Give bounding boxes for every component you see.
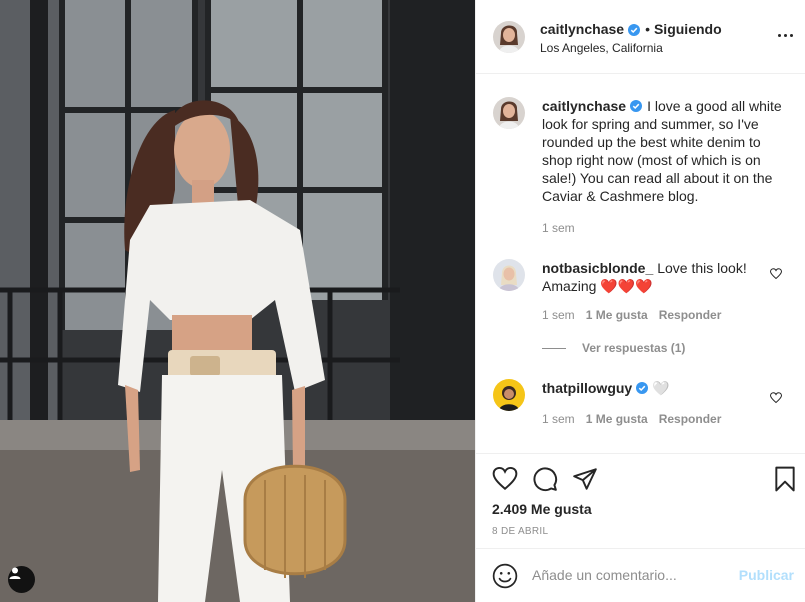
header-username-link[interactable]: caitlynchase <box>540 21 624 37</box>
location-link[interactable]: Los Angeles, California <box>540 41 663 55</box>
caption-meta: 1 sem <box>542 221 575 235</box>
comment-username-link[interactable]: thatpillowguy <box>542 380 632 396</box>
publish-button[interactable]: Publicar <box>739 567 794 583</box>
comment-icon[interactable] <box>532 466 558 492</box>
avatar[interactable] <box>493 97 525 129</box>
comment-time[interactable]: 1 sem <box>542 412 575 426</box>
view-replies-label: Ver respuestas (1) <box>582 341 686 355</box>
post-actions: 2.409 Me gusta 8 DE ABRIL <box>476 453 805 556</box>
like-comment-heart-icon[interactable] <box>769 391 783 404</box>
reply-button[interactable]: Responder <box>659 308 722 322</box>
verified-badge-icon <box>636 380 649 394</box>
reply-button[interactable]: Responder <box>659 412 722 426</box>
heart-icon[interactable] <box>492 466 518 492</box>
post-side-panel: caitlynchase • Siguiendo Los Angeles, Ca… <box>475 0 805 602</box>
verified-badge-icon <box>628 23 641 36</box>
comment-text-block: thatpillowguy 🤍 <box>542 379 782 397</box>
comment-input[interactable] <box>532 564 732 586</box>
replies-dash <box>542 347 566 349</box>
paper-plane-icon[interactable] <box>572 466 598 492</box>
verified-badge-icon <box>630 98 643 112</box>
bookmark-icon[interactable] <box>772 466 798 492</box>
caption-username-link[interactable]: caitlynchase <box>542 98 626 114</box>
likes-count[interactable]: 2.409 Me gusta <box>492 501 592 517</box>
following-button[interactable]: Siguiendo <box>654 21 722 37</box>
header-user-line: caitlynchase • Siguiendo <box>540 21 722 37</box>
avatar[interactable] <box>493 259 525 291</box>
comment-meta: 1 sem 1 Me gusta Responder <box>542 412 721 426</box>
post-photo[interactable] <box>0 0 475 602</box>
post-header: caitlynchase • Siguiendo Los Angeles, Ca… <box>476 0 805 74</box>
comment-text: 🤍 <box>652 380 670 396</box>
comment-meta: 1 sem 1 Me gusta Responder <box>542 308 721 322</box>
caption-text-block: caitlynchase I love a good all white look… <box>542 97 782 205</box>
like-comment-heart-icon[interactable] <box>769 267 783 280</box>
view-replies-button[interactable]: Ver respuestas (1) <box>542 341 685 355</box>
comment-username-link[interactable]: notbasicblonde_ <box>542 260 653 276</box>
comment-text-block: notbasicblonde_ Love this look! Amazing ❤… <box>542 259 782 295</box>
comment-likes[interactable]: 1 Me gusta <box>586 412 648 426</box>
photo-image <box>0 0 475 602</box>
emoji-icon[interactable] <box>492 563 518 589</box>
user-tag-icon[interactable] <box>8 566 35 593</box>
comment-time[interactable]: 1 sem <box>542 308 575 322</box>
ellipsis-icon[interactable] <box>778 34 794 40</box>
add-comment-bar: Publicar <box>476 548 805 602</box>
caption-time[interactable]: 1 sem <box>542 221 575 235</box>
separator-dot: • <box>645 21 650 37</box>
comment-likes[interactable]: 1 Me gusta <box>586 308 648 322</box>
post-date[interactable]: 8 DE ABRIL <box>492 526 548 537</box>
avatar[interactable] <box>493 379 525 411</box>
avatar[interactable] <box>493 21 525 53</box>
comments-list[interactable]: caitlynchase I love a good all white look… <box>476 75 805 453</box>
comment-emoji: ❤️❤️❤️ <box>600 278 653 294</box>
